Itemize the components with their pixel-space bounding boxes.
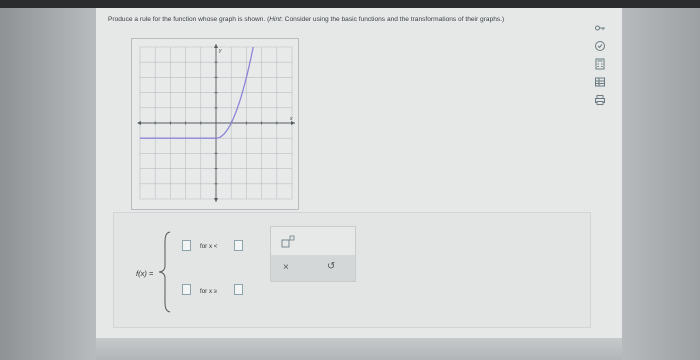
- hint-text: : Consider using the basic functions and…: [281, 16, 505, 23]
- hint-label: Hint: [269, 16, 282, 23]
- piece2-condition-label: for x ≥: [200, 288, 218, 295]
- photo-bottom-edge: [96, 338, 622, 360]
- piece1-condition-label: for x <: [200, 243, 218, 250]
- question-text: Produce a rule for the function whose gr…: [108, 16, 586, 25]
- question-prefix: Produce a rule for the function whose gr…: [108, 16, 270, 23]
- screen: Produce a rule for the function whose gr…: [96, 8, 622, 338]
- undo-icon[interactable]: ↺: [327, 261, 335, 272]
- function-label: f(x) =: [136, 269, 154, 278]
- piece1-expression-input[interactable]: [182, 240, 191, 251]
- piece1-bound-input[interactable]: [234, 240, 243, 251]
- photo-right-edge: [622, 8, 700, 360]
- key-icon[interactable]: [594, 22, 606, 34]
- table-icon[interactable]: [594, 76, 606, 88]
- y-axis-label: y: [218, 48, 222, 54]
- palette-action-row: × ↺: [271, 255, 355, 281]
- calculator-icon[interactable]: [594, 58, 606, 70]
- check-circle-icon[interactable]: [594, 40, 606, 52]
- piecewise-brace: [158, 231, 171, 313]
- x-axis-label: x: [289, 116, 293, 122]
- print-icon[interactable]: [594, 94, 606, 106]
- photo-top-edge: [0, 0, 700, 8]
- graph-axes: [137, 44, 295, 202]
- clear-icon[interactable]: ×: [283, 262, 289, 273]
- piece2-expression-input[interactable]: [182, 284, 191, 295]
- superscript-box-icon[interactable]: [281, 235, 297, 249]
- graph-svg: y x: [137, 44, 295, 202]
- photo-left-edge: [0, 8, 96, 360]
- function-graph: y x: [131, 38, 299, 210]
- math-palette: × ↺: [270, 226, 356, 282]
- piece2-bound-input[interactable]: [234, 284, 243, 295]
